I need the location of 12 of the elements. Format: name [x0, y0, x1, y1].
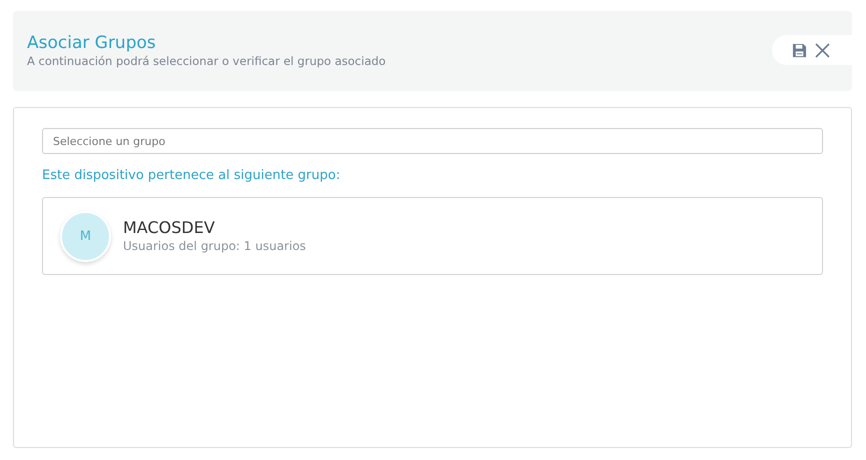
group-avatar: M: [60, 210, 111, 262]
dialog-subtitle: A continuación podrá seleccionar o verificar el grupo asociado: [27, 53, 386, 69]
save-icon: [792, 42, 807, 58]
save-button[interactable]: [792, 42, 807, 58]
group-select-field[interactable]: Seleccione un grupo: [42, 128, 823, 154]
close-button[interactable]: [815, 42, 830, 58]
group-name: MACOSDEV: [123, 218, 216, 238]
close-icon: [815, 42, 830, 58]
group-card[interactable]: M MACOSDEV Usuarios del grupo: 1 usuarios: [42, 197, 823, 275]
dialog-title: Asociar Grupos: [27, 33, 157, 53]
assigned-group-label: Este dispositivo pertenece al siguiente grupo:: [42, 167, 342, 185]
group-user-count: Usuarios del grupo: 1 usuarios: [123, 238, 306, 254]
